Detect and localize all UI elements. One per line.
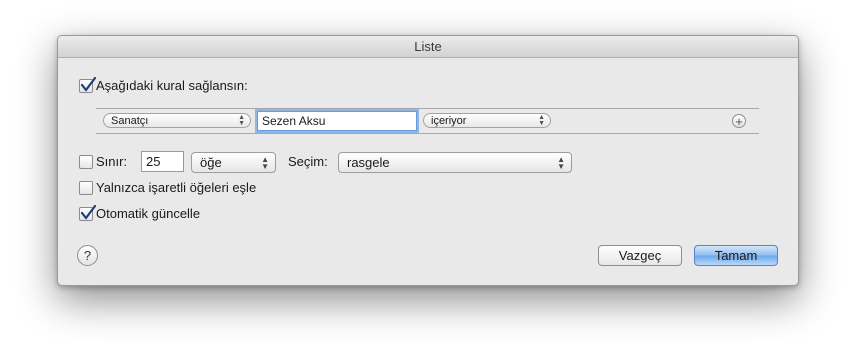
limit-checkbox[interactable] (79, 155, 93, 169)
rule-value-field[interactable]: Sezen Aksu (257, 111, 417, 131)
rule-operator-popup[interactable]: içeriyor ▲ ▼ (423, 113, 551, 128)
question-mark-icon: ? (83, 248, 92, 263)
limit-label: Sınır: (96, 154, 128, 169)
limit-amount-field[interactable]: 25 (141, 151, 184, 172)
limit-unit-popup[interactable]: öğe ▲ ▼ (191, 152, 276, 173)
help-button[interactable]: ? (77, 245, 98, 266)
checkmark-icon (80, 77, 96, 92)
live-update-label: Otomatik güncelle (96, 206, 201, 221)
selection-popup[interactable]: rasgele ▲ ▼ (338, 152, 572, 173)
rule-operator-value: içeriyor (431, 115, 467, 127)
ok-button[interactable]: Tamam (694, 245, 778, 266)
live-update-checkbox[interactable] (79, 205, 96, 221)
rule-field-value: Sanatçı (111, 115, 149, 127)
rule-value-text: Sezen Aksu (262, 114, 326, 128)
checked-only-label: Yalnızca işaretli öğeleri eşle (96, 180, 257, 195)
updown-arrows-icon: ▲ ▼ (557, 155, 565, 171)
cancel-button[interactable]: Vazgeç (598, 245, 682, 266)
match-rules-label: Aşağıdaki kural sağlansın: (96, 78, 248, 93)
selection-value: rasgele (347, 155, 390, 170)
checkmark-icon (80, 205, 96, 220)
add-rule-button[interactable]: + (732, 114, 746, 128)
selection-label: Seçim: (288, 154, 328, 169)
plus-icon: + (735, 114, 743, 129)
checked-only-checkbox[interactable] (79, 181, 93, 195)
rule-row: Sanatçı ▲ ▼ Sezen Aksu içeriyor ▲ ▼ + (96, 108, 759, 134)
updown-arrows-icon: ▲ ▼ (261, 155, 269, 171)
limit-amount-text: 25 (146, 154, 161, 169)
updown-arrows-icon: ▲ ▼ (238, 114, 245, 127)
match-rules-checkbox[interactable] (79, 77, 96, 93)
window-title: Liste (58, 36, 798, 58)
updown-arrows-icon: ▲ ▼ (538, 114, 545, 127)
smart-playlist-dialog: Liste Aşağıdaki kural sağlansın: Sanatçı… (57, 35, 799, 286)
limit-unit-value: öğe (200, 155, 222, 170)
rule-field-popup[interactable]: Sanatçı ▲ ▼ (103, 113, 251, 128)
